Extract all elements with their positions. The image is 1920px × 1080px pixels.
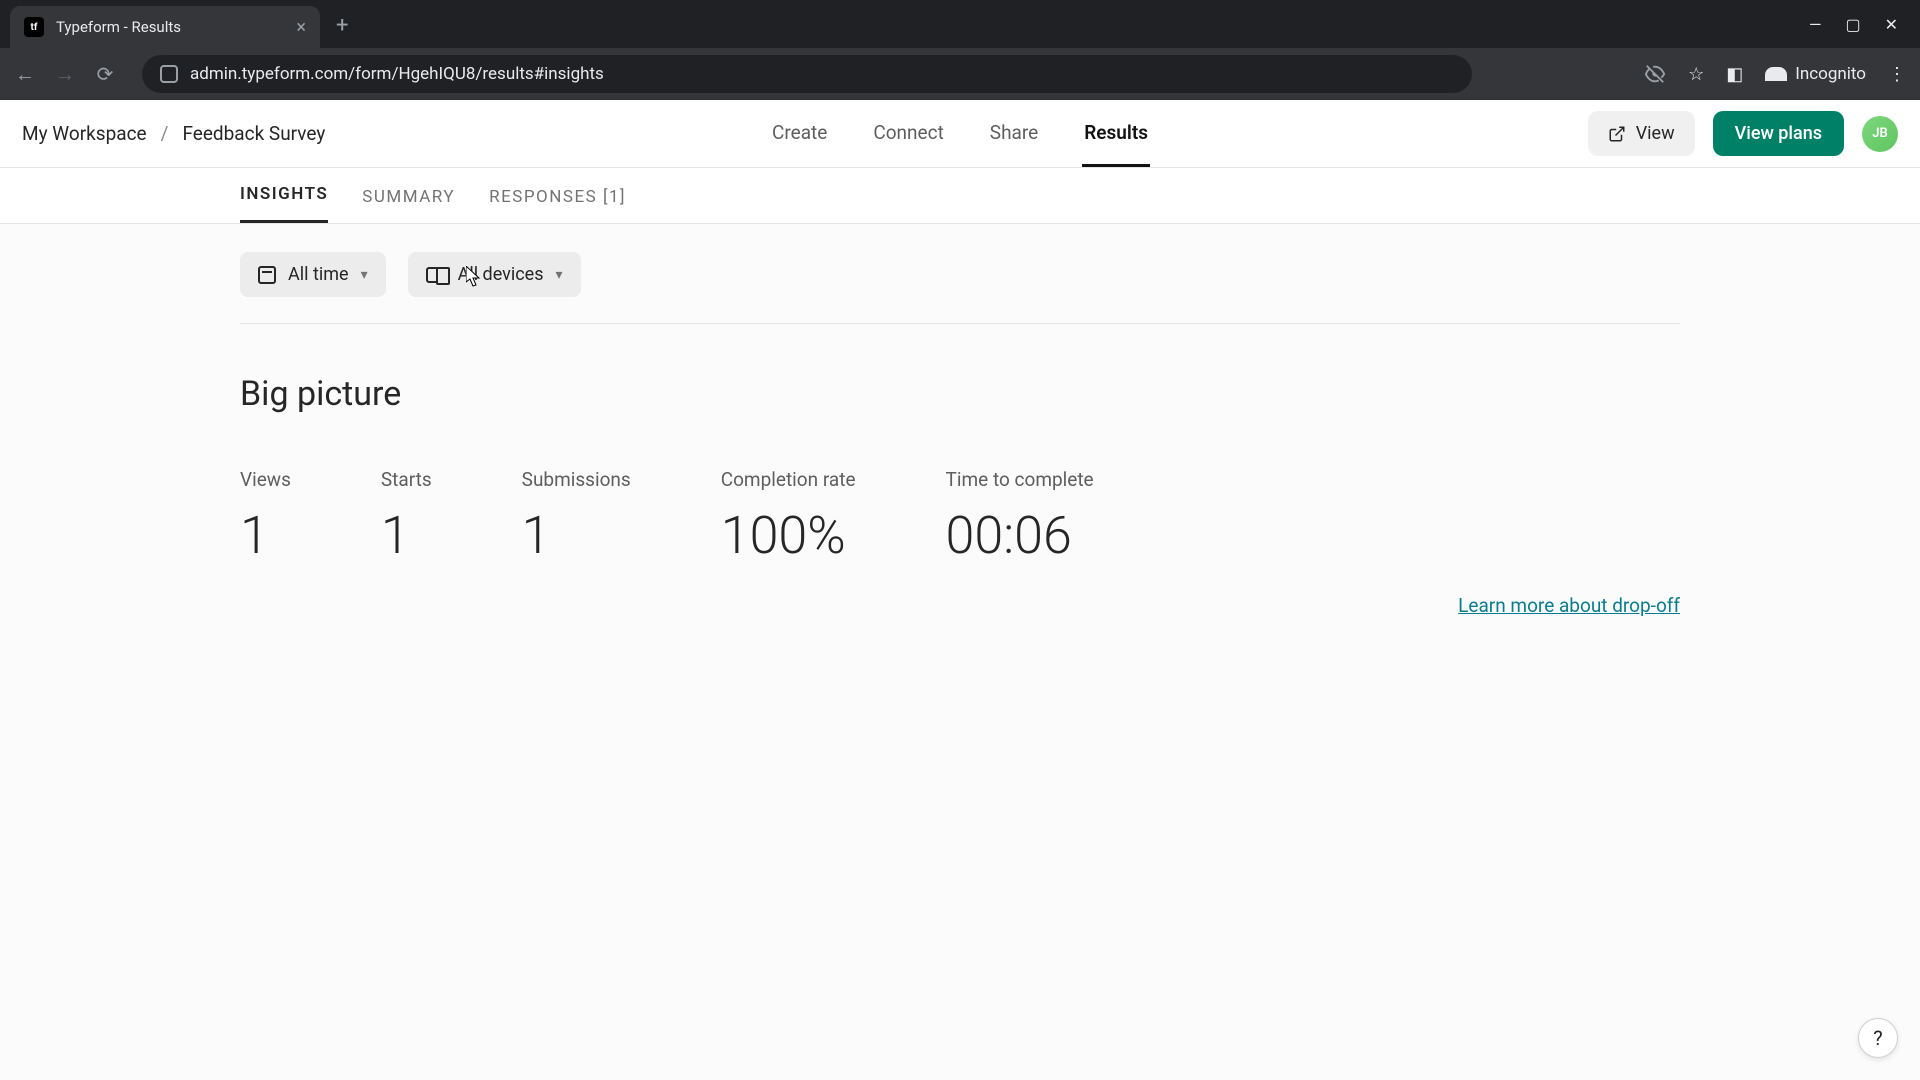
app-header: My Workspace / Feedback Survey Create Co… <box>0 100 1920 168</box>
new-tab-button[interactable]: + <box>320 13 364 48</box>
stat-completion-rate: Completion rate 100% <box>721 468 856 566</box>
forward-icon[interactable]: → <box>54 62 76 87</box>
stat-label: Starts <box>381 468 432 491</box>
breadcrumb-form[interactable]: Feedback Survey <box>182 122 325 145</box>
close-window-icon[interactable]: ✕ <box>1885 15 1898 34</box>
devices-icon <box>426 267 446 283</box>
stat-value: 1 <box>240 505 291 566</box>
minimize-icon[interactable]: — <box>1809 15 1822 34</box>
eye-off-icon[interactable] <box>1644 63 1666 85</box>
filter-row: All time ▾ All devices ▾ <box>240 252 1680 324</box>
view-button-label: View <box>1636 123 1675 144</box>
nav-share[interactable]: Share <box>988 101 1040 167</box>
results-sub-tabs: Insights Summary Responses [1] <box>0 168 1920 224</box>
browser-tab[interactable]: tf Typeform - Results × <box>10 6 320 48</box>
stat-value: 1 <box>381 505 432 566</box>
nav-results[interactable]: Results <box>1082 101 1150 167</box>
stat-label: Views <box>240 468 291 491</box>
calendar-icon <box>258 266 276 284</box>
stat-submissions: Submissions 1 <box>522 468 631 566</box>
chevron-down-icon: ▾ <box>361 267 368 283</box>
incognito-label: Incognito <box>1795 64 1866 84</box>
address-bar[interactable]: admin.typeform.com/form/HgehIQU8/results… <box>142 55 1472 93</box>
stat-starts: Starts 1 <box>381 468 432 566</box>
section-title: Big picture <box>240 374 1680 414</box>
time-filter[interactable]: All time ▾ <box>240 252 386 297</box>
stat-label: Submissions <box>522 468 631 491</box>
stat-time-to-complete: Time to complete 00:06 <box>946 468 1094 566</box>
chevron-down-icon: ▾ <box>556 267 563 283</box>
external-link-icon <box>1608 125 1626 143</box>
tab-responses[interactable]: Responses [1] <box>489 187 626 223</box>
stat-label: Time to complete <box>946 468 1094 491</box>
star-icon[interactable]: ☆ <box>1688 64 1704 85</box>
incognito-icon <box>1765 67 1787 81</box>
device-filter-label: All devices <box>458 264 544 285</box>
breadcrumb: My Workspace / Feedback Survey <box>22 122 325 145</box>
kebab-menu-icon[interactable]: ⋮ <box>1888 64 1906 85</box>
tab-insights[interactable]: Insights <box>240 184 328 223</box>
reload-icon[interactable]: ⟳ <box>94 62 116 86</box>
url-text: admin.typeform.com/form/HgehIQU8/results… <box>190 64 604 84</box>
browser-toolbar: ← → ⟳ admin.typeform.com/form/HgehIQU8/r… <box>0 48 1920 100</box>
avatar[interactable]: JB <box>1862 116 1898 152</box>
device-filter[interactable]: All devices ▾ <box>408 252 581 297</box>
tab-summary[interactable]: Summary <box>362 187 455 223</box>
time-filter-label: All time <box>288 264 349 285</box>
site-settings-icon[interactable] <box>160 65 178 83</box>
stat-value: 1 <box>522 505 631 566</box>
stat-label: Completion rate <box>721 468 856 491</box>
view-button[interactable]: View <box>1588 111 1695 156</box>
breadcrumb-workspace[interactable]: My Workspace <box>22 122 147 145</box>
top-nav: Create Connect Share Results <box>770 101 1150 167</box>
stat-views: Views 1 <box>240 468 291 566</box>
view-plans-button[interactable]: View plans <box>1713 111 1844 156</box>
breadcrumb-separator: / <box>161 122 169 145</box>
browser-tab-strip: tf Typeform - Results × + — ▢ ✕ <box>0 0 1920 48</box>
incognito-badge: Incognito <box>1765 64 1866 84</box>
stat-value: 00:06 <box>946 505 1094 566</box>
maximize-icon[interactable]: ▢ <box>1845 15 1860 34</box>
tab-favicon: tf <box>24 17 44 37</box>
stats-row: Views 1 Starts 1 Submissions 1 Completio… <box>240 468 1680 566</box>
insights-content: All time ▾ All devices ▾ Big picture Vie… <box>0 224 1920 1080</box>
panel-icon[interactable]: ◧ <box>1726 64 1743 85</box>
help-button[interactable]: ? <box>1858 1018 1898 1058</box>
tab-title: Typeform - Results <box>56 18 181 36</box>
nav-connect[interactable]: Connect <box>871 101 945 167</box>
back-icon[interactable]: ← <box>14 62 36 87</box>
nav-create[interactable]: Create <box>770 101 829 167</box>
close-icon[interactable]: × <box>296 17 306 38</box>
stat-value: 100% <box>721 505 856 566</box>
learn-more-link[interactable]: Learn more about drop-off <box>1458 594 1680 617</box>
window-controls: — ▢ ✕ <box>1787 15 1920 48</box>
